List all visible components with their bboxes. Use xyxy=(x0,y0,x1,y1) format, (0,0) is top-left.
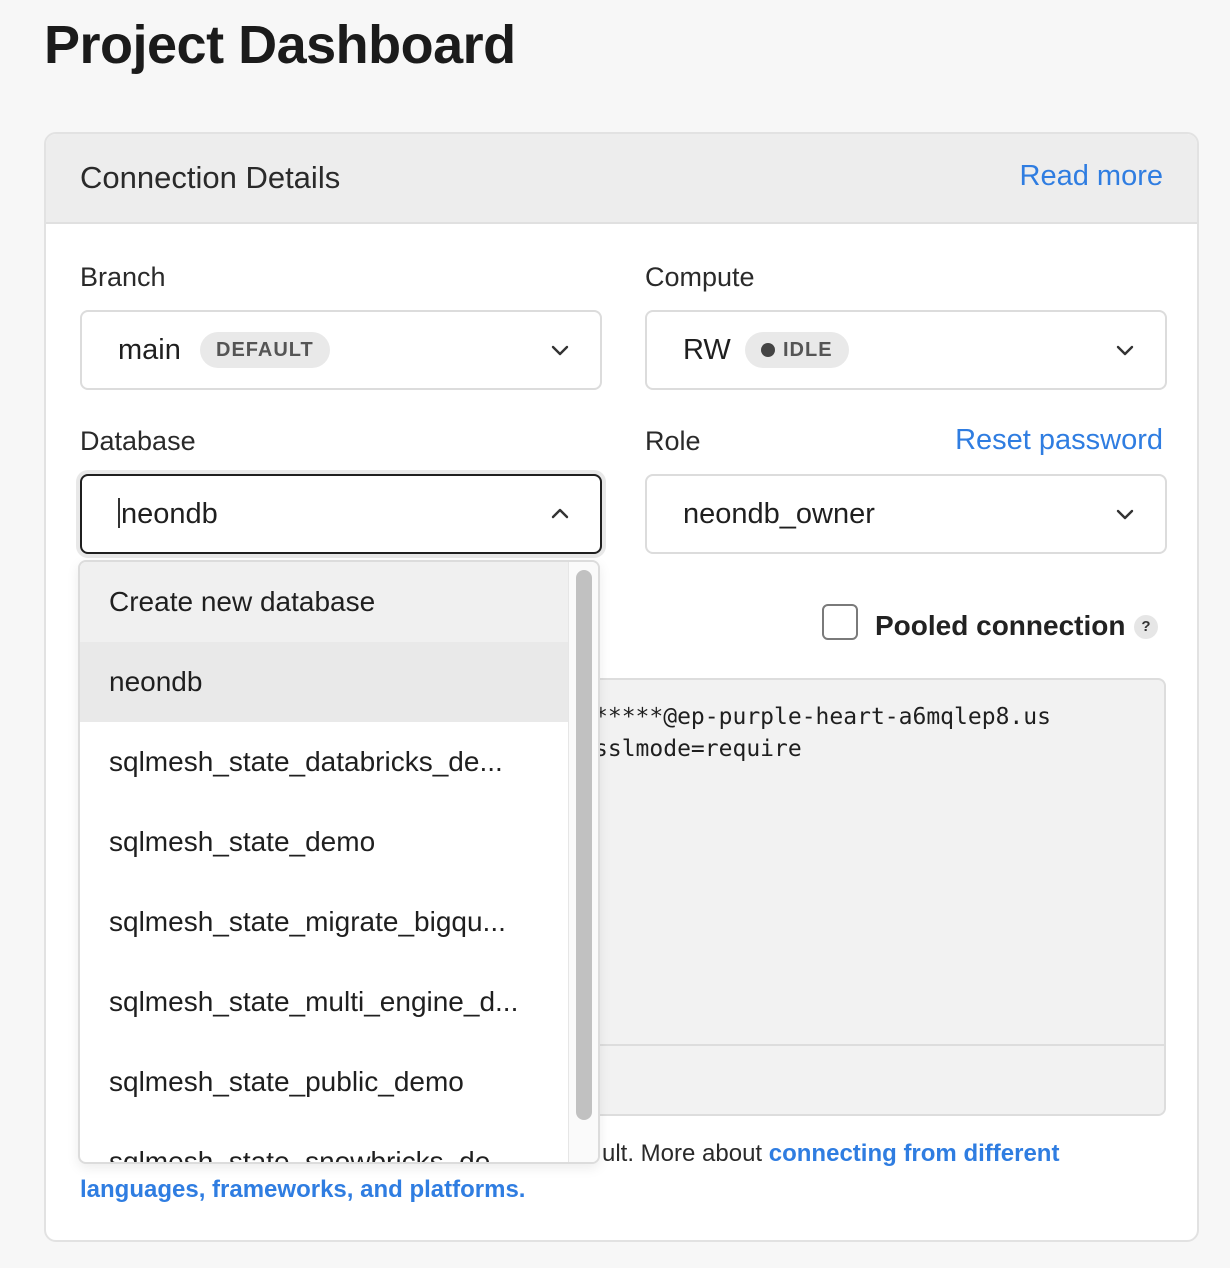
database-label: Database xyxy=(80,426,196,456)
page-title: Project Dashboard xyxy=(44,15,516,75)
card-header: Connection Details Read more xyxy=(46,134,1197,224)
dropdown-scrollbar[interactable] xyxy=(568,562,598,1162)
branch-select[interactable]: main DEFAULT xyxy=(80,310,602,390)
database-option[interactable]: sqlmesh_state_databricks_de... xyxy=(80,722,570,802)
role-label: Role xyxy=(645,426,701,456)
database-option[interactable]: sqlmesh_state_multi_engine_d... xyxy=(80,962,570,1042)
footnote-text: ult. More about xyxy=(602,1140,769,1167)
chevron-down-icon xyxy=(1115,504,1135,524)
card-header-title: Connection Details xyxy=(80,160,341,195)
connection-string-line-1: *****@ep-purple-heart-a6mqlep8.us xyxy=(594,704,1051,730)
status-dot-icon xyxy=(761,343,775,357)
database-select[interactable]: neondb xyxy=(80,474,602,554)
database-options-list: Create new database neondb sqlmesh_state… xyxy=(80,562,570,1162)
chevron-up-icon xyxy=(550,504,570,524)
chevron-down-icon xyxy=(1115,340,1135,360)
compute-value: RW xyxy=(683,334,731,366)
reset-password-link[interactable]: Reset password xyxy=(955,424,1163,457)
role-select[interactable]: neondb_owner xyxy=(645,474,1167,554)
database-option[interactable]: neondb xyxy=(80,642,570,722)
compute-select[interactable]: RW IDLE xyxy=(645,310,1167,390)
scrollbar-thumb[interactable] xyxy=(576,570,592,1120)
branch-label: Branch xyxy=(80,262,166,292)
create-database-option[interactable]: Create new database xyxy=(80,562,570,642)
database-option[interactable]: sqlmesh_state_demo xyxy=(80,802,570,882)
pooled-connection-label[interactable]: Pooled connection xyxy=(875,610,1125,642)
question-icon[interactable]: ? xyxy=(1134,615,1158,639)
branch-value: main xyxy=(118,334,181,366)
connection-string-line-2: sslmode=require xyxy=(594,736,802,762)
read-more-link[interactable]: Read more xyxy=(1020,160,1163,193)
database-option[interactable]: sqlmesh_state_public_demo xyxy=(80,1042,570,1122)
database-dropdown: Create new database neondb sqlmesh_state… xyxy=(78,560,600,1164)
database-option[interactable]: sqlmesh_state_migrate_bigqu... xyxy=(80,882,570,962)
role-value: neondb_owner xyxy=(683,498,875,530)
text-caret xyxy=(118,498,120,528)
status-text: IDLE xyxy=(783,339,833,361)
database-input[interactable]: neondb xyxy=(118,498,218,531)
chevron-down-icon xyxy=(550,340,570,360)
compute-label: Compute xyxy=(645,262,755,292)
status-badge: IDLE xyxy=(745,332,849,368)
default-badge: DEFAULT xyxy=(200,332,330,368)
pooled-connection-checkbox[interactable] xyxy=(822,604,858,640)
database-value: neondb xyxy=(121,498,218,530)
database-option[interactable]: sqlmesh_state_snowbricks_de... xyxy=(80,1122,570,1162)
